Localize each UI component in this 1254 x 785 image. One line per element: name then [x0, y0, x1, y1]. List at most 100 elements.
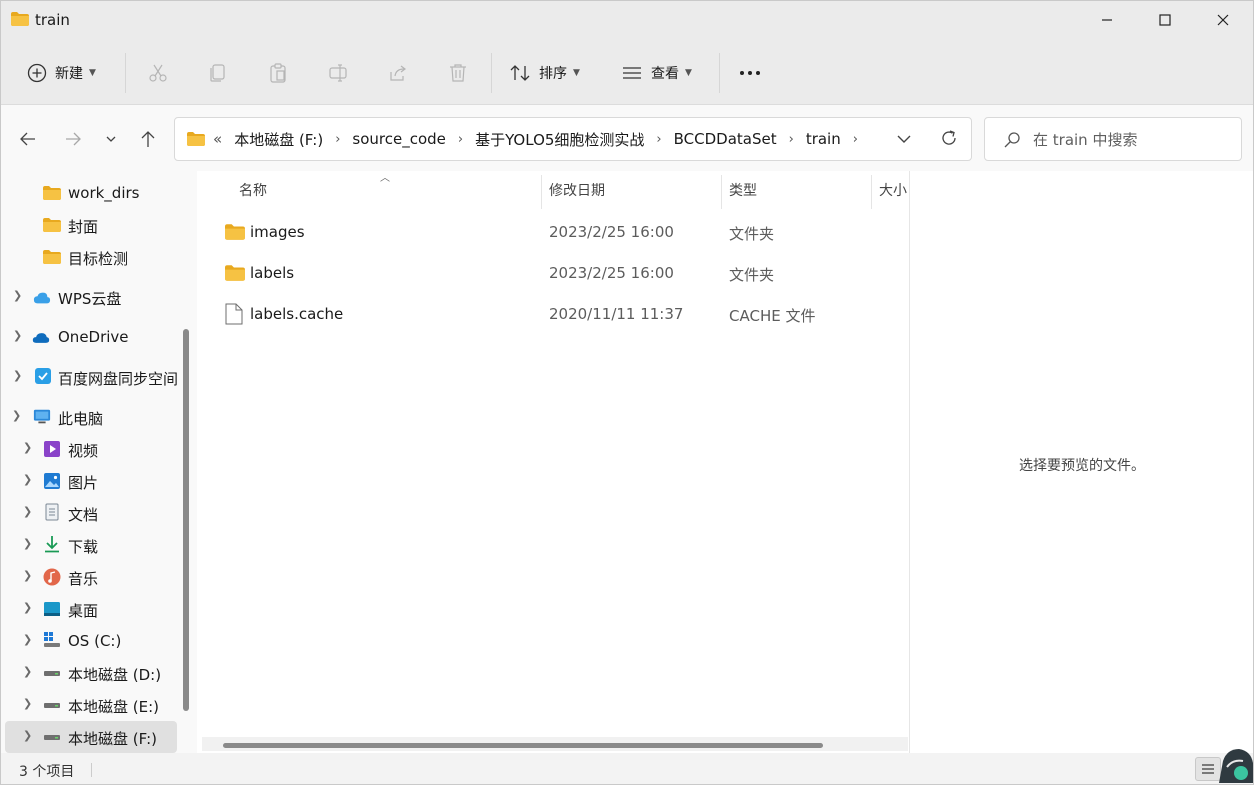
chevron-right-icon[interactable]: ❯: [23, 537, 32, 550]
title-bar[interactable]: train: [1, 1, 1253, 41]
chevron-right-icon: ›: [335, 131, 341, 147]
maximize-button[interactable]: [1136, 1, 1194, 39]
chevron-down-icon[interactable]: ❯: [12, 409, 21, 422]
cloud-icon: [33, 292, 51, 304]
sidebar-item-videos[interactable]: ❯ 视频: [5, 433, 177, 465]
sidebar-item-pictures[interactable]: ❯ 图片: [5, 465, 177, 497]
file-row-labels[interactable]: labels 2023/2/25 16:00 文件夹: [213, 254, 893, 294]
recent-locations-button[interactable]: [96, 125, 126, 153]
column-header-size[interactable]: 大小: [879, 171, 907, 209]
breadcrumb-drive-f[interactable]: 本地磁盘 (F:): [234, 129, 323, 150]
sort-ascending-icon: ︿: [380, 173, 390, 184]
chevron-right-icon[interactable]: ❯: [23, 473, 32, 486]
column-divider[interactable]: [871, 175, 872, 209]
sidebar-item-baidu-sync[interactable]: ❯ 百度网盘同步空间: [5, 361, 177, 393]
sidebar-item-label: 本地磁盘 (E:): [68, 698, 160, 716]
chevron-down-icon: ▼: [89, 68, 96, 78]
sidebar-item-music[interactable]: ❯ 音乐: [5, 561, 177, 593]
chevron-right-icon[interactable]: ❯: [23, 729, 32, 742]
forward-button[interactable]: [58, 125, 88, 153]
chevron-right-icon[interactable]: ❯: [13, 289, 22, 302]
document-icon: [45, 503, 59, 521]
folder-icon: [43, 218, 61, 232]
chevron-right-icon[interactable]: ❯: [23, 633, 32, 646]
sidebar-item-label: 目标检测: [68, 250, 129, 268]
minimize-button[interactable]: [1078, 1, 1136, 39]
chevron-right-icon[interactable]: ›: [853, 132, 858, 147]
address-bar[interactable]: « 本地磁盘 (F:) › source_code › 基于YOLO5细胞检测实…: [174, 117, 972, 161]
new-button[interactable]: 新建 ▼: [27, 55, 96, 91]
more-options-button[interactable]: [736, 59, 764, 87]
chevron-right-icon[interactable]: ❯: [13, 329, 22, 342]
ellipsis-icon: [740, 71, 760, 75]
chevron-down-icon[interactable]: [895, 130, 913, 148]
sidebar-scrollbar[interactable]: [183, 329, 189, 711]
copy-button[interactable]: [204, 59, 232, 87]
view-label: 查看: [651, 66, 679, 82]
file-name: images: [250, 223, 305, 241]
breadcrumb-project[interactable]: 基于YOLO5细胞检测实战: [475, 129, 644, 150]
breadcrumb-overflow[interactable]: «: [213, 130, 222, 148]
file-row-labels-cache[interactable]: labels.cache 2020/11/11 11:37 CACHE 文件: [213, 295, 893, 335]
back-button[interactable]: [13, 125, 43, 153]
sidebar-item-downloads[interactable]: ❯ 下载: [5, 529, 177, 561]
chevron-right-icon[interactable]: ❯: [23, 505, 32, 518]
cut-button[interactable]: [144, 59, 172, 87]
copy-icon: [210, 64, 225, 82]
delete-button[interactable]: [444, 59, 472, 87]
sidebar-item-work-dirs[interactable]: work_dirs: [5, 177, 177, 209]
navigation-bar: « 本地磁盘 (F:) › source_code › 基于YOLO5细胞检测实…: [1, 105, 1253, 171]
chevron-right-icon[interactable]: ❯: [23, 601, 32, 614]
refresh-icon[interactable]: [939, 128, 959, 148]
sidebar-item-label: 下载: [68, 538, 99, 556]
sidebar-item-label: 本地磁盘 (D:): [68, 666, 162, 684]
sidebar-item-label: 百度网盘同步空间: [58, 370, 177, 388]
arrow-up-icon: [141, 131, 155, 147]
chevron-right-icon[interactable]: ❯: [13, 369, 22, 382]
toolbar-divider: [719, 53, 720, 93]
sidebar-item-drive-c[interactable]: ❯ OS (C:): [5, 625, 177, 657]
close-button[interactable]: [1194, 1, 1252, 39]
column-divider[interactable]: [721, 175, 722, 209]
search-box: [984, 117, 1242, 161]
search-input[interactable]: [1033, 129, 1233, 151]
command-bar: 新建 ▼ 排序 ▼ 查看 ▼: [1, 41, 1253, 105]
navigation-pane: work_dirs 封面 目标检测 ❯ WPS云盘 ❯ OneDrive ❯ 百…: [1, 171, 197, 753]
sidebar-item-documents[interactable]: ❯ 文档: [5, 497, 177, 529]
rename-button[interactable]: [324, 59, 352, 87]
view-button[interactable]: 查看 ▼: [621, 55, 692, 91]
sidebar-item-cover[interactable]: 封面: [5, 209, 177, 241]
column-header-name[interactable]: 名称: [239, 171, 267, 209]
file-name: labels.cache: [250, 305, 344, 323]
sidebar-item-drive-e[interactable]: ❯ 本地磁盘 (E:): [5, 689, 177, 721]
sidebar-item-drive-f[interactable]: ❯ 本地磁盘 (F:): [5, 721, 177, 753]
chevron-right-icon[interactable]: ❯: [23, 569, 32, 582]
sort-button[interactable]: 排序 ▼: [509, 55, 580, 91]
column-divider[interactable]: [541, 175, 542, 209]
sidebar-item-this-pc[interactable]: ❯ 此电脑: [5, 401, 177, 433]
rename-icon: [329, 64, 347, 82]
folder-icon: [43, 186, 61, 200]
breadcrumb-train[interactable]: train: [806, 130, 841, 148]
chevron-right-icon[interactable]: ❯: [23, 441, 32, 454]
sidebar-item-wps-cloud[interactable]: ❯ WPS云盘: [5, 281, 177, 313]
maximize-icon: [1159, 14, 1171, 26]
breadcrumb-source-code[interactable]: source_code: [352, 130, 446, 148]
sidebar-item-onedrive[interactable]: ❯ OneDrive: [5, 321, 177, 353]
breadcrumb-dataset[interactable]: BCCDDataSet: [674, 130, 777, 148]
close-icon: [1217, 14, 1229, 26]
paste-button[interactable]: [264, 59, 292, 87]
hard-drive-icon: [44, 735, 60, 740]
file-row-images[interactable]: images 2023/2/25 16:00 文件夹: [213, 213, 893, 253]
column-header-type[interactable]: 类型: [729, 171, 757, 209]
up-button[interactable]: [133, 125, 163, 153]
horizontal-scrollbar[interactable]: [223, 743, 823, 748]
sidebar-item-desktop[interactable]: ❯ 桌面: [5, 593, 177, 625]
folder-icon: [43, 250, 61, 264]
chevron-right-icon[interactable]: ❯: [23, 697, 32, 710]
column-header-modified[interactable]: 修改日期: [549, 171, 605, 209]
share-button[interactable]: [384, 59, 412, 87]
chevron-right-icon[interactable]: ❯: [23, 665, 32, 678]
sidebar-item-object-detection[interactable]: 目标检测: [5, 241, 177, 273]
sidebar-item-drive-d[interactable]: ❯ 本地磁盘 (D:): [5, 657, 177, 689]
